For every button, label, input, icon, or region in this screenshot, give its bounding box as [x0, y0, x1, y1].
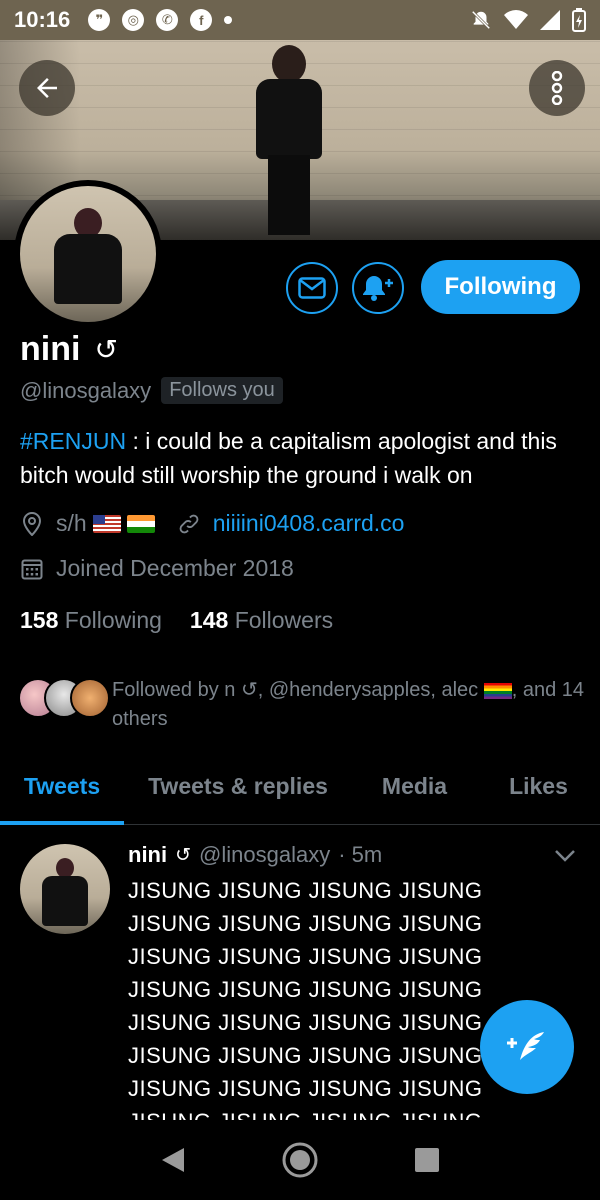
handle-row: @linosgalaxy Follows you: [20, 377, 283, 404]
followers-label: Followers: [234, 607, 334, 633]
link-icon: [177, 512, 201, 536]
mail-icon: [298, 277, 326, 299]
circle-home-icon: [282, 1142, 318, 1178]
status-time: 10:16: [14, 7, 71, 32]
followed-by-text: Followed by n ↺, @henderysapples, alec ,…: [112, 679, 585, 730]
nav-recents-button[interactable]: [407, 1140, 447, 1180]
followers-count-link[interactable]: 148 Followers: [190, 607, 333, 634]
bell-off-icon: [471, 10, 491, 30]
facebook-notification-icon: f: [190, 9, 213, 31]
avatar: [70, 678, 110, 718]
more-options-button[interactable]: [529, 60, 585, 116]
tab-likes[interactable]: Likes: [477, 750, 600, 822]
chevron-down-icon: [555, 850, 575, 862]
tweet-author-handle: @linosgalaxy: [199, 842, 331, 867]
triangle-back-icon: [162, 1148, 185, 1172]
more-notifications-dot-icon: [224, 16, 233, 24]
followers-count: 148: [189, 607, 229, 633]
tab-tweets[interactable]: Tweets: [0, 750, 124, 822]
status-bar: 10:16 ❞ ◎ ✆ f: [0, 0, 600, 40]
mutual-avatars: [18, 676, 110, 720]
profile-name: nini ↺: [20, 330, 118, 369]
profile-avatar[interactable]: [14, 180, 162, 328]
whatsapp-notification-icon: ✆: [156, 9, 179, 31]
follows-you-badge: Follows you: [161, 377, 283, 404]
rainbow-flag-icon: [483, 682, 512, 699]
profile-display-name: nini: [20, 330, 81, 368]
name-symbol: ↺: [94, 334, 118, 365]
banner-person: [250, 45, 330, 240]
signal-icon: [540, 10, 560, 30]
tab-tweets-replies[interactable]: Tweets & replies: [124, 750, 352, 822]
tab-media[interactable]: Media: [352, 750, 477, 822]
bio-hashtag-link[interactable]: #RENJUN: [20, 428, 126, 454]
tweet-menu-button[interactable]: [554, 846, 576, 869]
profile-meta-location-link: s/h niiiini0408.carrd.co: [20, 510, 404, 537]
more-vertical-icon: [551, 71, 563, 105]
tweet-name-symbol: ↺: [175, 844, 192, 866]
follow-counts: 158 Following 148 Followers: [20, 607, 333, 634]
following-label: Following: [64, 607, 162, 633]
following-button[interactable]: Following: [421, 260, 580, 314]
nav-back-button[interactable]: [153, 1140, 193, 1180]
chat-notification-icon: ❞: [88, 9, 111, 31]
active-tab-indicator: [0, 821, 124, 825]
calendar-icon: [20, 557, 44, 581]
following-count-link[interactable]: 158 Following: [20, 607, 162, 634]
profile-location: s/h: [56, 510, 87, 536]
profile-bio: #RENJUN : i could be a capitalism apolog…: [20, 424, 580, 492]
wifi-icon: [504, 10, 528, 29]
tweet-text: JISUNG JISUNG JISUNG JISUNG JISUNG JISUN…: [128, 878, 483, 1120]
following-count: 158: [20, 607, 59, 633]
tweet-author-name: nini: [128, 842, 168, 867]
profile-tabs: Tweets Tweets & replies Media Likes: [0, 750, 600, 825]
profile-website-link[interactable]: niiiini0408.carrd.co: [213, 510, 405, 537]
bell-plus-icon: [363, 276, 393, 301]
us-flag-icon: [92, 514, 121, 533]
message-button[interactable]: [286, 262, 338, 314]
profile-joined-date: Joined December 2018: [56, 555, 294, 581]
arrow-left-icon: [37, 78, 57, 98]
back-button[interactable]: [19, 60, 75, 116]
profile-handle: @linosgalaxy: [20, 377, 152, 403]
location-pin-icon: [20, 511, 44, 536]
followed-by-row[interactable]: Followed by n ↺, @henderysapples, alec ,…: [18, 676, 588, 734]
nav-home-button[interactable]: [280, 1140, 320, 1180]
battery-icon: [572, 8, 586, 32]
android-nav-bar: [0, 1120, 600, 1200]
compose-tweet-icon: [507, 1032, 544, 1060]
avatar[interactable]: [20, 844, 110, 934]
profile-meta-joined: Joined December 2018: [20, 555, 294, 582]
compose-tweet-button[interactable]: [480, 1000, 574, 1094]
tweet-header: nini ↺ @linosgalaxy · 5m: [128, 842, 382, 868]
system-icons: [470, 8, 586, 32]
notification-icons: ❞ ◎ ✆ f: [88, 9, 233, 31]
notifications-button[interactable]: [352, 262, 404, 314]
tweet-timestamp: · 5m: [338, 842, 383, 867]
square-recents-icon: [414, 1148, 439, 1172]
india-flag-icon: [126, 514, 155, 533]
instagram-notification-icon: ◎: [122, 9, 145, 31]
